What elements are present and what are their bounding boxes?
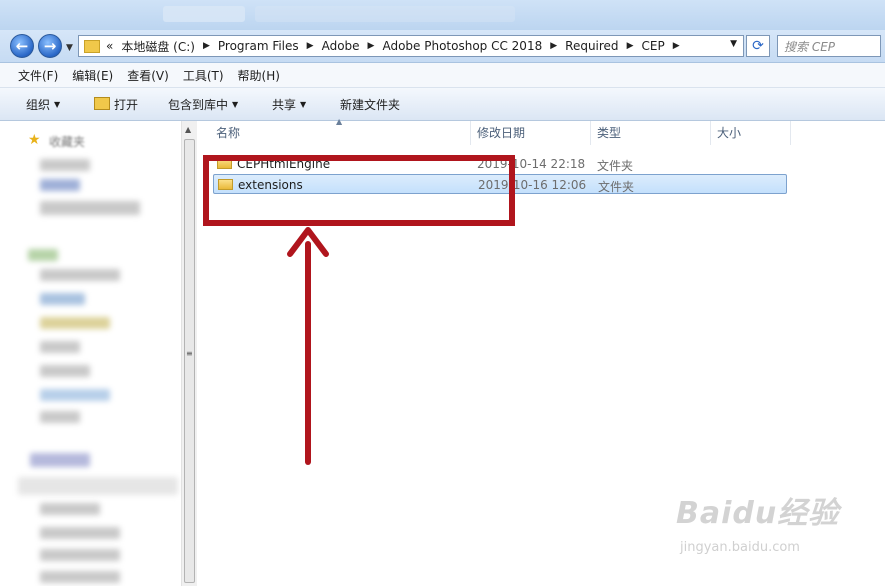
menu-help[interactable]: 帮助(H) bbox=[238, 67, 280, 84]
breadcrumb-overflow[interactable]: « bbox=[106, 39, 113, 53]
nav-item-blurred[interactable] bbox=[30, 453, 90, 467]
menu-file[interactable]: 文件(F) bbox=[18, 67, 58, 84]
title-blur-menu bbox=[255, 6, 515, 22]
breadcrumb-item[interactable]: CEP bbox=[641, 39, 664, 53]
organize-button[interactable]: 组织 ▼ bbox=[26, 96, 60, 113]
address-history-dropdown[interactable]: ▼ bbox=[730, 39, 737, 49]
nav-item-blurred[interactable] bbox=[40, 179, 80, 191]
nav-item-blurred[interactable] bbox=[40, 269, 120, 281]
nav-item-blurred[interactable] bbox=[40, 201, 140, 215]
refresh-icon: ⟳ bbox=[752, 38, 764, 54]
column-header-size[interactable]: 大小 bbox=[717, 121, 741, 145]
command-bar: 组织 ▼ 打开 包含到库中 ▼ 共享 ▼ 新建文件夹 bbox=[0, 88, 885, 121]
breadcrumb: « 本地磁盘 (C:) ▶ Program Files ▶ Adobe ▶ Ad… bbox=[106, 38, 688, 55]
breadcrumb-separator-icon[interactable]: ▶ bbox=[203, 41, 210, 51]
open-button[interactable]: 打开 bbox=[94, 96, 138, 113]
address-bar[interactable]: « 本地磁盘 (C:) ▶ Program Files ▶ Adobe ▶ Ad… bbox=[78, 35, 744, 57]
search-input[interactable]: 搜索 CEP bbox=[777, 35, 881, 57]
watermark-logo: Baidu经验 bbox=[676, 496, 840, 531]
menu-edit[interactable]: 编辑(E) bbox=[72, 67, 113, 84]
breadcrumb-separator-icon[interactable]: ▶ bbox=[307, 41, 314, 51]
column-divider[interactable] bbox=[470, 121, 471, 145]
forward-button[interactable]: → bbox=[38, 34, 62, 58]
menu-tools[interactable]: 工具(T) bbox=[183, 67, 224, 84]
nav-item-blurred[interactable] bbox=[18, 477, 178, 495]
column-header-name[interactable]: 名称 bbox=[216, 121, 240, 145]
chevron-down-icon: ▼ bbox=[232, 100, 239, 109]
breadcrumb-separator-icon[interactable]: ▶ bbox=[627, 41, 634, 51]
chevron-down-icon: ▼ bbox=[54, 100, 61, 109]
scroll-thumb[interactable] bbox=[184, 139, 195, 583]
refresh-button[interactable]: ⟳ bbox=[746, 35, 770, 57]
breadcrumb-item[interactable]: Program Files bbox=[218, 39, 299, 53]
grip-icon: ≡ bbox=[186, 349, 193, 358]
breadcrumb-item[interactable]: Adobe bbox=[322, 39, 360, 53]
share-button[interactable]: 共享 ▼ bbox=[272, 96, 306, 113]
nav-item-blurred[interactable] bbox=[40, 503, 100, 515]
breadcrumb-separator-icon[interactable]: ▶ bbox=[550, 41, 557, 51]
file-type: 文件夹 bbox=[598, 180, 635, 194]
sort-arrow-icon: ▲ bbox=[336, 117, 343, 126]
annotation-highlight-box bbox=[203, 155, 515, 226]
nav-item-blurred[interactable] bbox=[40, 411, 80, 423]
nav-item-blurred[interactable] bbox=[40, 549, 120, 561]
menu-view[interactable]: 查看(V) bbox=[127, 67, 169, 84]
open-folder-icon bbox=[94, 97, 110, 110]
window-title-bar bbox=[0, 0, 885, 30]
nav-item-blurred[interactable] bbox=[40, 341, 80, 353]
new-folder-button[interactable]: 新建文件夹 bbox=[340, 96, 400, 113]
column-divider[interactable] bbox=[790, 121, 791, 145]
column-divider[interactable] bbox=[710, 121, 711, 145]
watermark: Baidu经验 jingyan.baidu.com bbox=[676, 488, 840, 555]
include-in-library-button[interactable]: 包含到库中 ▼ bbox=[168, 96, 238, 113]
nav-item-blurred[interactable] bbox=[40, 571, 120, 583]
nav-favorites[interactable]: 收藏夹 bbox=[49, 133, 85, 150]
scroll-up-icon[interactable]: ▲ bbox=[185, 125, 191, 134]
address-row: ← → ▼ « 本地磁盘 (C:) ▶ Program Files ▶ Adob… bbox=[0, 30, 885, 63]
breadcrumb-item[interactable]: Required bbox=[565, 39, 618, 53]
nav-item-blurred[interactable] bbox=[40, 365, 90, 377]
navigation-pane: ★ 收藏夹 bbox=[0, 121, 181, 586]
title-blur-block bbox=[163, 6, 245, 22]
breadcrumb-separator-icon[interactable]: ▶ bbox=[368, 41, 375, 51]
file-type: 文件夹 bbox=[597, 159, 634, 173]
nav-item-blurred[interactable] bbox=[40, 317, 110, 329]
menu-bar: 文件(F) 编辑(E) 查看(V) 工具(T) 帮助(H) bbox=[0, 63, 885, 88]
chevron-down-icon: ▼ bbox=[300, 100, 307, 109]
star-icon: ★ bbox=[28, 132, 41, 148]
watermark-url: jingyan.baidu.com bbox=[680, 540, 800, 555]
nav-item-blurred[interactable] bbox=[40, 389, 110, 401]
column-header-type[interactable]: 类型 bbox=[597, 121, 621, 145]
nav-scrollbar[interactable]: ▲ ≡ bbox=[181, 121, 197, 586]
folder-icon bbox=[84, 39, 100, 53]
nav-item-blurred[interactable] bbox=[28, 249, 58, 261]
nav-item-blurred[interactable] bbox=[40, 527, 120, 539]
nav-item-blurred[interactable] bbox=[40, 293, 85, 305]
nav-item-blurred[interactable] bbox=[40, 159, 90, 171]
breadcrumb-item[interactable]: Adobe Photoshop CC 2018 bbox=[382, 39, 542, 53]
back-button[interactable]: ← bbox=[10, 34, 34, 58]
breadcrumb-item[interactable]: 本地磁盘 (C:) bbox=[121, 38, 195, 55]
breadcrumb-separator-icon[interactable]: ▶ bbox=[673, 41, 680, 51]
recent-pages-dropdown[interactable]: ▼ bbox=[66, 43, 73, 53]
column-divider[interactable] bbox=[590, 121, 591, 145]
annotation-arrow-icon bbox=[287, 227, 329, 465]
column-header-date[interactable]: 修改日期 bbox=[477, 121, 525, 145]
